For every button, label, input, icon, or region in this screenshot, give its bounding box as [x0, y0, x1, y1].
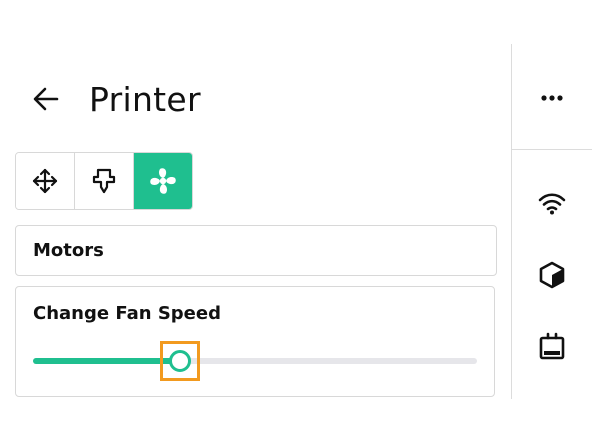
fan-icon: [150, 168, 176, 194]
rail-divider: [512, 149, 592, 150]
printer-panel: Printer Motors Change Fan Speed: [0, 0, 512, 444]
tab-move[interactable]: [16, 153, 74, 209]
fan-speed-slider[interactable]: [33, 341, 477, 381]
wifi-button[interactable]: [532, 184, 572, 224]
slider-thumb-highlight[interactable]: [159, 341, 200, 381]
more-options-button[interactable]: [532, 78, 572, 118]
model-button[interactable]: [532, 255, 572, 295]
page-header: Printer: [30, 76, 201, 122]
side-rail: [511, 44, 592, 399]
motors-label: Motors: [33, 240, 104, 261]
printer-device-icon: [539, 332, 565, 360]
control-tabs: [15, 152, 193, 210]
fan-speed-label: Change Fan Speed: [33, 303, 221, 324]
more-horizontal-icon: [541, 95, 563, 101]
slider-track[interactable]: [33, 358, 477, 364]
back-button[interactable]: [30, 83, 62, 115]
printer-device-button[interactable]: [532, 326, 572, 366]
motors-card[interactable]: Motors: [15, 225, 497, 276]
tab-fan[interactable]: [133, 153, 192, 209]
extruder-nozzle-icon: [92, 168, 116, 194]
move-arrows-icon: [32, 168, 58, 194]
arrow-left-icon: [33, 87, 59, 111]
fan-speed-card: Change Fan Speed: [15, 286, 495, 397]
page-title: Printer: [89, 79, 201, 119]
cube-icon: [539, 261, 565, 289]
tab-extruder[interactable]: [74, 153, 133, 209]
slider-fill: [33, 358, 180, 364]
slider-thumb[interactable]: [168, 350, 191, 372]
wifi-icon: [538, 193, 566, 215]
